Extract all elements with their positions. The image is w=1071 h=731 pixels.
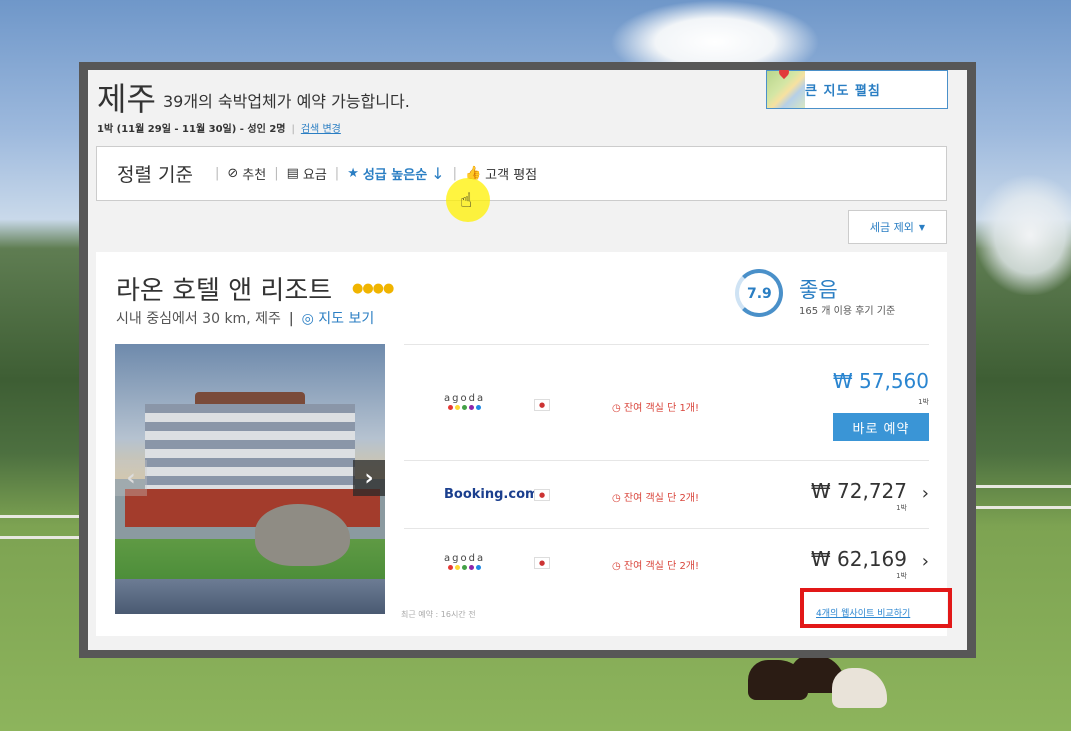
map-pin-icon bbox=[776, 70, 792, 80]
hotel-location: 시내 중심에서 30 km, 제주 | ◎ 지도 보기 bbox=[116, 311, 375, 327]
korea-flag-icon: ● bbox=[534, 399, 550, 411]
sort-label: 고객 평점 bbox=[485, 168, 538, 183]
search-results-panel: 제주 39개의 숙박업체가 예약 가능합니다. 1박 (11월 29일 - 11… bbox=[88, 70, 967, 650]
offer-row[interactable]: agoda ● ◷ 잔여 객실 단 2개! ₩ 62,169 1박 › bbox=[404, 528, 929, 596]
tax-filter-label: 세금 제외 bbox=[869, 221, 914, 234]
score-word: 좋음 bbox=[799, 278, 838, 302]
check-circle-icon: ⊘ bbox=[227, 166, 239, 181]
per-night: 1박 bbox=[918, 398, 929, 406]
sort-label: 성급 높은순 bbox=[362, 168, 428, 183]
stay-dates: 1박 (11월 29일 - 11월 30일) - 성인 2명 bbox=[97, 124, 286, 135]
sort-label: 요금 bbox=[302, 168, 327, 183]
vendor-logo: Booking.com bbox=[444, 487, 539, 502]
availability-text: ◷ 잔여 객실 단 2개! bbox=[612, 493, 700, 504]
sort-desc-arrow-icon: ↓ bbox=[431, 164, 445, 183]
availability-text: ◷ 잔여 객실 단 2개! bbox=[612, 561, 700, 572]
sort-label: 추천 bbox=[242, 168, 267, 183]
money-icon: ▤ bbox=[286, 166, 299, 181]
offer-row[interactable]: agoda ● ◷ 잔여 객실 단 1개! ₩ 57,560 1박 바로 예약 bbox=[404, 344, 929, 460]
map-thumbnail bbox=[767, 70, 805, 108]
per-night: 1박 bbox=[896, 572, 907, 580]
chevron-right-icon[interactable]: › bbox=[922, 551, 929, 572]
fence bbox=[976, 485, 1071, 509]
caret-down-icon: ▼ bbox=[918, 222, 926, 232]
cloud bbox=[975, 175, 1071, 295]
open-map-label: 큰 지도 펼침 bbox=[805, 84, 881, 99]
map-view-link[interactable]: ◎ 지도 보기 bbox=[302, 311, 375, 327]
book-now-button[interactable]: 바로 예약 bbox=[833, 413, 929, 441]
offer-row[interactable]: Booking.com ● ◷ 잔여 객실 단 2개! ₩ 72,727 1박 … bbox=[404, 460, 929, 528]
tax-filter-dropdown[interactable]: 세금 제외 ▼ bbox=[848, 210, 947, 244]
korea-flag-icon: ● bbox=[534, 557, 550, 569]
offer-list: agoda ● ◷ 잔여 객실 단 1개! ₩ 57,560 1박 바로 예약 … bbox=[404, 344, 929, 596]
vendor-logo: agoda bbox=[444, 393, 485, 412]
hotel-card: 라온 호텔 앤 리조트 ●●●● 시내 중심에서 30 km, 제주 | ◎ 지도 … bbox=[96, 252, 952, 636]
sort-star-rating[interactable]: ★ 성급 높은순 ↓ bbox=[347, 164, 444, 183]
hotel-photo[interactable]: ‹ › bbox=[115, 344, 385, 614]
open-map-button[interactable]: 큰 지도 펼침 bbox=[766, 70, 948, 109]
per-night: 1박 bbox=[896, 504, 907, 512]
offer-price: ₩ 72,727 bbox=[810, 479, 907, 503]
chevron-right-icon[interactable]: › bbox=[922, 483, 929, 504]
location-pin-icon: ◎ bbox=[301, 311, 314, 327]
compare-sites-link[interactable]: 4개의 웹사이트 비교하기 bbox=[816, 606, 910, 619]
prev-photo-button[interactable]: ‹ bbox=[115, 460, 147, 496]
city-title: 제주 bbox=[97, 81, 156, 117]
offer-price: ₩ 62,169 bbox=[810, 547, 907, 571]
chevron-left-icon: ‹ bbox=[126, 465, 136, 491]
star-icon: ★ bbox=[347, 166, 359, 181]
hotel-name[interactable]: 라온 호텔 앤 리조트 bbox=[116, 270, 332, 307]
offer-price: ₩ 57,560 bbox=[832, 369, 929, 393]
hand-cursor-icon: ☝ bbox=[460, 188, 473, 212]
recent-booking: 최근 예약 : 16시간 전 bbox=[401, 610, 476, 619]
review-count: 165 개 이용 후기 기준 bbox=[799, 306, 896, 317]
star-rating: ●●●● bbox=[352, 281, 394, 296]
distance-text: 시내 중심에서 30 km, 제주 bbox=[116, 311, 281, 327]
sort-recommended[interactable]: ⊘ 추천 bbox=[227, 164, 266, 183]
availability-text: ◷ 잔여 객실 단 1개! bbox=[612, 403, 700, 414]
sort-bar: 정렬 기준 | ⊘ 추천 | ▤ 요금 | ★ 성급 높은순 ↓ | 👍 고객 … bbox=[96, 146, 947, 201]
next-photo-button[interactable]: › bbox=[353, 460, 385, 496]
sort-title: 정렬 기준 bbox=[117, 164, 193, 186]
cloud bbox=[610, 0, 820, 70]
korea-flag-icon: ● bbox=[534, 489, 550, 501]
sort-price[interactable]: ▤ 요금 bbox=[287, 164, 327, 183]
fence bbox=[0, 515, 80, 539]
chevron-right-icon: › bbox=[364, 465, 374, 491]
stay-info: 1박 (11월 29일 - 11월 30일) - 성인 2명 | 검색 변경 bbox=[97, 124, 341, 135]
result-count: 39개의 숙박업체가 예약 가능합니다. bbox=[163, 92, 410, 111]
change-search-link[interactable]: 검색 변경 bbox=[301, 124, 341, 135]
vendor-logo: agoda bbox=[444, 553, 485, 572]
score-value: 7.9 bbox=[747, 286, 772, 302]
